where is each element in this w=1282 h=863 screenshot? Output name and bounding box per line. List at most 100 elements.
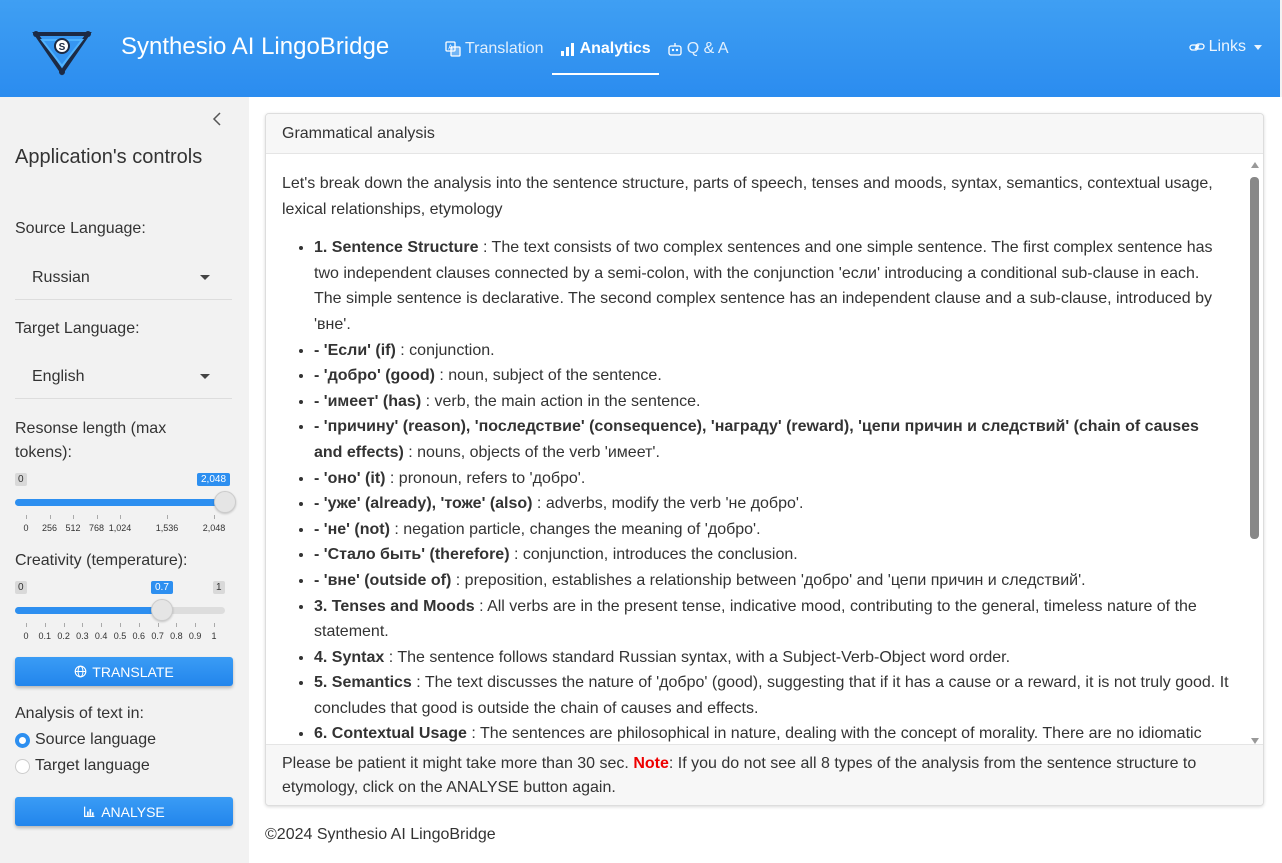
slider-tick — [195, 623, 197, 627]
response-length-label: Resonse length (max tokens): — [15, 420, 167, 461]
slider-tick — [167, 515, 168, 519]
translate-button[interactable]: TRANSLATE — [15, 657, 233, 686]
list-item-desc: : adverbs, modify the verb 'не добро'. — [532, 495, 804, 513]
list-item: - 'причину' (reason), 'последствие' (con… — [314, 414, 1231, 465]
slider-tick-label: 768 — [88, 523, 105, 533]
slider-fill — [15, 499, 225, 506]
slider-tick — [82, 623, 84, 627]
target-language-label: Target Language: — [15, 320, 140, 337]
nav-qa[interactable]: Q & A — [659, 0, 737, 97]
slider-max-label: 1 — [213, 581, 225, 594]
slider-tick-label: 0.4 — [94, 631, 108, 641]
slider-tick — [214, 623, 215, 627]
slider-tick-label: 512 — [65, 523, 81, 533]
slider-tick-label: 1 — [211, 631, 217, 641]
slider-tick — [73, 515, 74, 519]
list-item-desc: : preposition, establishes a relationshi… — [451, 571, 1086, 589]
analyse-button[interactable]: ANALYSE — [15, 797, 233, 826]
list-item-term: 4. Syntax — [314, 648, 385, 666]
card-title: Grammatical analysis — [266, 114, 1263, 154]
nav-translation[interactable]: A Translation — [437, 0, 552, 97]
slider-tick — [214, 515, 215, 519]
slider-tick — [44, 623, 46, 627]
radio-target-label: Target language — [35, 757, 150, 774]
sidebar-title: Application's controls — [15, 146, 203, 168]
slider-tick-label: 1,536 — [155, 523, 179, 533]
list-item-term: - 'уже' (already), 'тоже' (also) — [314, 495, 533, 513]
list-item: - 'Стало быть' (therefore) : conjunction… — [314, 542, 1231, 568]
radio-source-language[interactable]: Source language — [15, 731, 156, 749]
analysis-label: Analysis of text in: — [15, 705, 144, 722]
slider-fill — [15, 607, 162, 614]
list-item-desc: : noun, subject of the sentence. — [434, 367, 662, 385]
list-item: 1. Sentence Structure : The text consist… — [314, 235, 1231, 337]
slider-tick — [63, 623, 65, 627]
slider-tick — [176, 623, 178, 627]
list-item-term: 3. Tenses and Moods — [314, 597, 475, 615]
slider-tick-label: 0.2 — [57, 631, 70, 641]
list-item-term: 6. Contextual Usage — [314, 725, 467, 743]
slider-tick-labels: 0 0.1 0.2 0.3 0.4 0.5 0.6 0.7 0.8 0.9 1 — [15, 631, 225, 643]
app-header: S Synthesio AI LingoBridge A Translation… — [0, 0, 1280, 97]
list-item: - 'Если' (if) : conjunction. — [314, 338, 1231, 364]
slider-min-label: 0 — [15, 473, 27, 486]
slider-tick-label: 0 — [23, 523, 29, 533]
radio-unselected-icon — [15, 758, 30, 774]
radio-selected-icon — [15, 732, 30, 748]
translate-button-label: TRANSLATE — [92, 663, 174, 680]
slider-thumb[interactable] — [151, 599, 173, 621]
chevron-left-icon[interactable] — [209, 111, 225, 127]
list-item-desc: : The sentence follows standard Russian … — [384, 648, 1011, 666]
list-item: 4. Syntax : The sentence follows standar… — [314, 645, 1231, 671]
list-item-term: - 'имеет' (has) — [314, 392, 422, 410]
list-item-desc: : conjunction. — [395, 341, 495, 359]
card-footer: Please be patient it might take more tha… — [266, 744, 1263, 805]
target-language-value: English — [32, 368, 85, 385]
temperature-slider[interactable]: 0 1 0.7 0 0.1 0.2 0.3 0.4 0.5 0.6 0.7 0.8 0.9 1 — [15, 581, 225, 645]
slider-tick — [26, 515, 27, 519]
slider-tick — [120, 515, 121, 519]
scroll-up-icon[interactable] — [1251, 162, 1259, 168]
list-item: 6. Contextual Usage : The sentences are … — [314, 721, 1231, 744]
list-item-desc: : verb, the main action in the sentence. — [421, 392, 701, 410]
list-item: - 'имеет' (has) : verb, the main action … — [314, 389, 1231, 415]
nav-qa-label: Q & A — [686, 39, 729, 57]
analyse-button-label: ANALYSE — [101, 803, 165, 820]
sidebar: Application's controls Source Language: … — [0, 97, 249, 863]
list-item-term: - 'Стало быть' (therefore) — [314, 546, 510, 564]
footer-text: Please be patient it might take more tha… — [282, 755, 634, 772]
slider-tick — [26, 623, 27, 627]
response-length-slider[interactable]: 02,0482,04802565127681,0241,5362,048 — [15, 473, 236, 537]
slider-tick-label: 0.3 — [76, 631, 89, 641]
links-label: Links — [1208, 38, 1246, 55]
main-nav: A Translation Analytics Q & A — [437, 0, 737, 97]
slider-value-badge: 0.7 — [151, 581, 173, 594]
list-item: - 'уже' (already), 'тоже' (also) : adver… — [314, 491, 1231, 517]
analysis-output[interactable]: Let's break down the analysis into the s… — [266, 154, 1263, 744]
analysis-intro: Let's break down the analysis into the s… — [282, 175, 1213, 218]
list-item-desc: : The text discusses the nature of 'добр… — [314, 674, 1229, 717]
scrollbar-thumb[interactable] — [1250, 177, 1259, 539]
list-item-term: 1. Sentence Structure — [314, 239, 479, 257]
links-dropdown[interactable]: Links — [1188, 38, 1262, 56]
list-item-desc: : pronoun, refers to 'добро'. — [385, 469, 586, 487]
list-item-term: - 'вне' (outside of) — [314, 571, 452, 589]
nav-analytics[interactable]: Analytics — [551, 0, 659, 97]
temperature-label: Creativity (temperature): — [15, 552, 188, 569]
list-item: - 'оно' (it) : pronoun, refers to 'добро… — [314, 466, 1231, 492]
slider-tick — [120, 623, 121, 627]
source-language-select[interactable]: Russian — [15, 254, 232, 300]
analysis-card: Grammatical analysis Let's break down th… — [265, 113, 1264, 806]
source-language-value: Russian — [32, 269, 90, 286]
list-item-term: 5. Semantics — [314, 674, 412, 692]
radio-target-language[interactable]: Target language — [15, 757, 150, 775]
list-item-term: - 'Если' (if) — [314, 341, 396, 359]
chart-icon — [84, 806, 95, 817]
list-item-desc: : negation particle, changes the meaning… — [389, 520, 761, 538]
list-item: 3. Tenses and Moods : All verbs are in t… — [314, 594, 1231, 645]
list-item: - 'вне' (outside of) : preposition, esta… — [314, 568, 1231, 594]
scrollbar[interactable] — [1249, 162, 1261, 744]
target-language-select[interactable]: English — [15, 353, 232, 399]
slider-thumb[interactable] — [214, 491, 236, 513]
nav-translation-label: Translation — [465, 39, 544, 57]
